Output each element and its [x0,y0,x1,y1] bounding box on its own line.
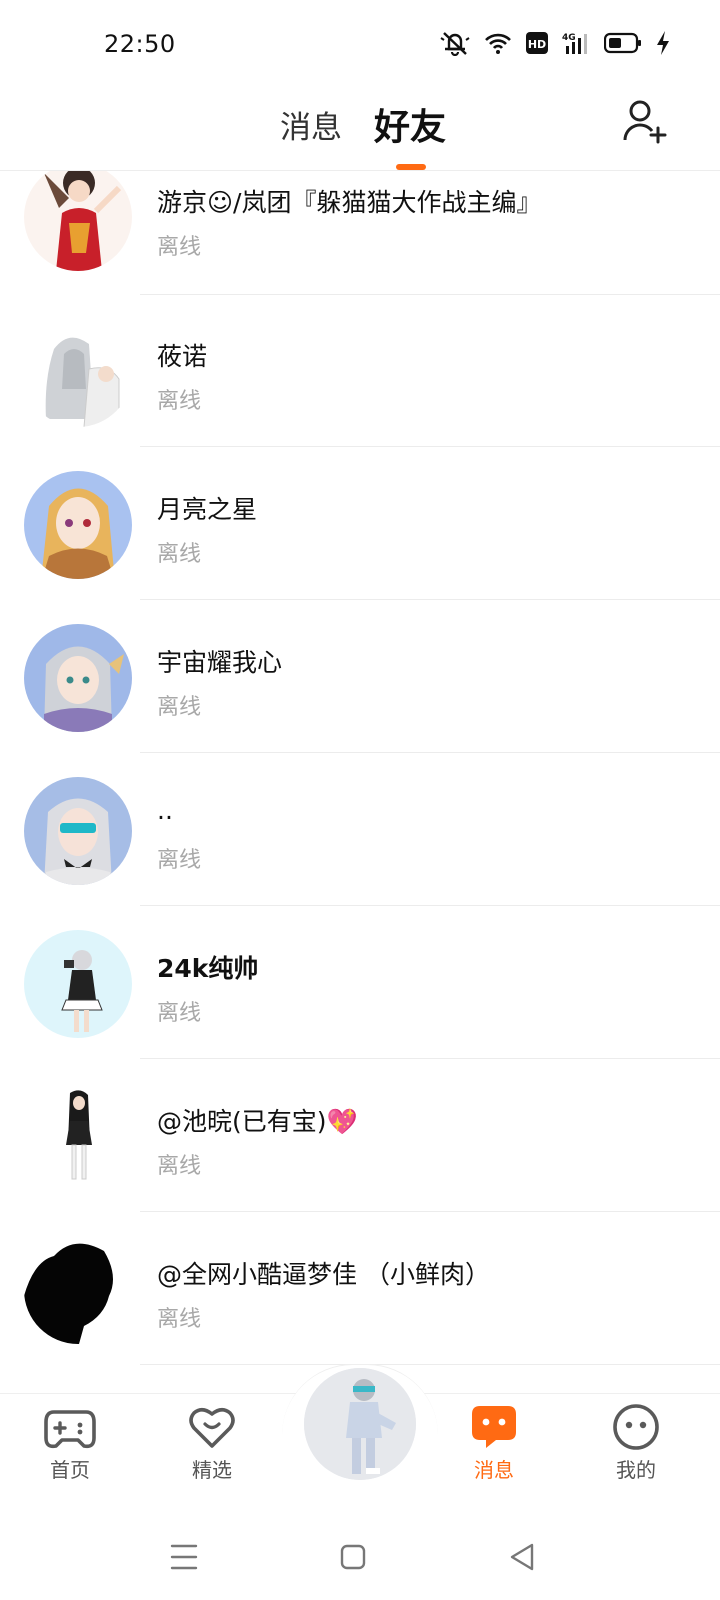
nav-label-messages: 消息 [474,1458,514,1482]
status-bar: 22:50 HD 4G [0,0,720,80]
friend-row[interactable]: .. 离线 [0,753,720,906]
bottom-nav: 首页 精选 消息 我的 [0,1364,720,1514]
friend-name: .. [157,796,173,825]
mute-bell-icon [440,32,470,56]
face-icon [613,1404,659,1450]
friend-row[interactable]: @池晥(已有宝)💖 离线 [0,1059,720,1212]
tab-messages[interactable]: 消息 [280,102,342,147]
header: 消息 好友 [0,80,720,171]
friend-avatar [24,471,132,579]
divider [140,1364,720,1365]
nav-label-featured: 精选 [192,1458,232,1482]
friend-row[interactable]: 月亮之星 离线 [0,447,720,600]
friend-status: 离线 [157,235,202,260]
friend-name: 游京☺/岚团『躲猫猫大作战主编』 [157,188,542,217]
friend-name: 24k纯帅 [157,954,259,983]
friend-avatar [24,1236,132,1344]
friend-name: @全网小酷逼梦佳 （小鲜肉） [157,1260,490,1289]
status-time: 22:50 [104,30,176,58]
home-square-icon[interactable] [333,1537,373,1577]
nav-label-home: 首页 [50,1458,90,1482]
friend-name: 宇宙耀我心 [157,648,283,677]
friend-status: 离线 [157,389,202,414]
battery-icon [604,32,641,54]
4g-signal-icon: 4G [562,33,587,54]
friend-row[interactable]: 莜诺 离线 [0,295,720,447]
friend-status: 离线 [157,848,202,873]
status-icons: HD 4G [440,30,670,56]
center-avatar-button[interactable] [304,1368,416,1480]
nav-item-home[interactable]: 首页 [20,1402,120,1483]
menu-icon[interactable] [164,1537,204,1577]
friend-avatar [24,1083,132,1191]
heart-chat-icon [189,1407,235,1448]
message-bubble-icon [472,1406,516,1448]
add-person-icon[interactable] [622,98,668,144]
gamepad-icon [44,1410,96,1449]
friend-name: @池晥(已有宝)💖 [157,1107,358,1136]
wifi-icon [485,33,511,54]
friend-row[interactable]: 24k纯帅 离线 [0,906,720,1059]
friend-name: 月亮之星 [157,495,258,524]
friend-avatar [24,319,132,427]
friend-avatar [24,930,132,1038]
friend-status: 离线 [157,542,202,567]
friend-avatar [24,624,132,732]
back-triangle-icon[interactable] [502,1537,542,1577]
charging-icon [657,31,669,55]
friend-row[interactable]: @全网小酷逼梦佳 （小鲜肉） 离线 [0,1212,720,1365]
tab-friends[interactable]: 好友 [374,98,446,150]
system-nav-bar [0,1513,720,1600]
friend-status: 离线 [157,1001,202,1026]
svg-text:HD: HD [528,38,546,51]
friend-name: 莜诺 [157,342,208,371]
friend-status: 离线 [157,695,202,720]
hd-icon: HD [526,32,548,54]
friend-list: 游京☺/岚团『躲猫猫大作战主编』 离线 莜诺 离线 月亮之星 离线 宇宙耀我心 … [0,171,720,1393]
tab-active-indicator [396,164,426,170]
nav-item-profile[interactable]: 我的 [586,1402,686,1483]
friend-row[interactable]: 游京☺/岚团『躲猫猫大作战主编』 离线 [0,171,720,295]
svg-text:4G: 4G [562,33,576,43]
friend-status: 离线 [157,1154,202,1179]
friend-avatar [24,171,132,271]
friend-avatar [24,777,132,885]
friend-row[interactable]: 宇宙耀我心 离线 [0,600,720,753]
character-avatar [304,1368,416,1480]
nav-item-messages[interactable]: 消息 [444,1402,544,1483]
nav-label-profile: 我的 [616,1458,656,1482]
nav-item-featured[interactable]: 精选 [162,1402,262,1483]
friend-status: 离线 [157,1307,202,1332]
